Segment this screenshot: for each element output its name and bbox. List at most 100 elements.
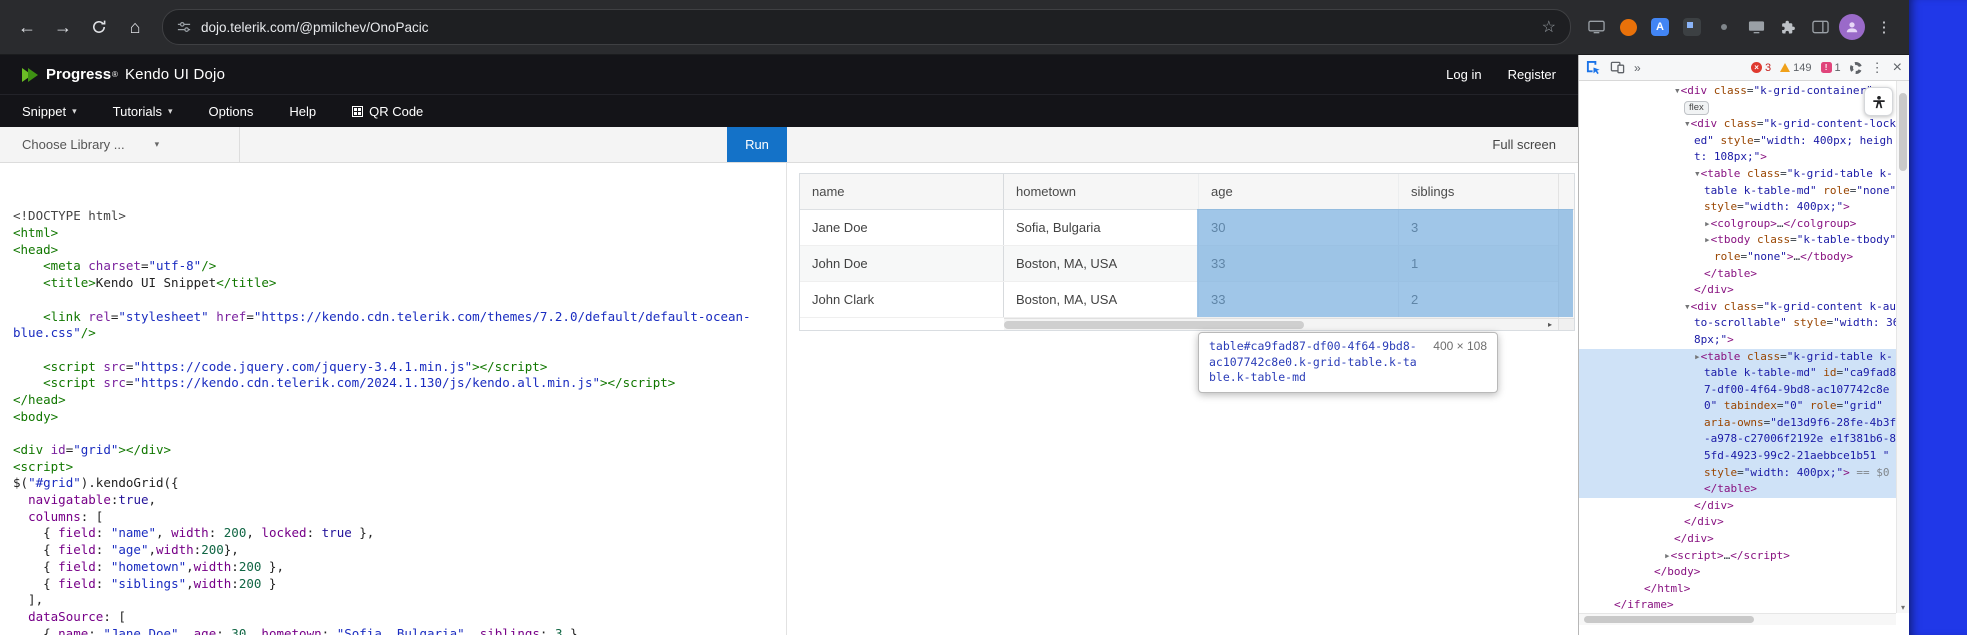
dom-tree-line[interactable]: </div> <box>1579 514 1896 531</box>
menu-item-options[interactable]: Options <box>209 104 254 119</box>
login-link[interactable]: Log in <box>1446 67 1481 82</box>
table-cell[interactable]: John Doe <box>800 246 1004 281</box>
device-toolbar-icon[interactable] <box>1610 60 1625 75</box>
devtools-horizontal-scrollbar[interactable] <box>1579 613 1896 625</box>
menubar: Snippet ▾ Tutorials ▾ Options Help QR Co… <box>0 94 1578 127</box>
dom-tree-line[interactable]: ▸<table class="k-grid-table k- <box>1579 349 1896 366</box>
dom-tree-line[interactable]: 8px;"> <box>1579 332 1896 349</box>
dom-tree-line[interactable]: table k-table-md" role="none" <box>1579 183 1896 200</box>
menu-item-help[interactable]: Help <box>289 104 316 119</box>
extensions-puzzle-button[interactable] <box>1773 12 1803 42</box>
dom-tree-line[interactable]: -a978-c27006f2192e e1f381b6-8 <box>1579 431 1896 448</box>
library-select[interactable]: Choose Library ... ▾ <box>0 127 240 162</box>
devtools-menu-icon[interactable]: ⋮ <box>1871 60 1884 76</box>
table-cell[interactable]: Boston, MA, USA <box>1004 282 1198 317</box>
table-cell[interactable]: 1 <box>1398 246 1558 281</box>
run-button[interactable]: Run <box>727 127 787 162</box>
devtools-close-icon[interactable]: × <box>1893 60 1902 76</box>
back-button[interactable]: ← <box>10 10 44 44</box>
dom-tree-line[interactable]: 0" tabindex="0" role="grid" <box>1579 398 1896 415</box>
address-bar[interactable]: dojo.telerik.com/@pmilchev/OnoPacic ☆ <box>162 9 1571 45</box>
console-errors-badge[interactable]: ×3 <box>1751 62 1771 74</box>
register-link[interactable]: Register <box>1508 67 1556 82</box>
console-warnings-badge[interactable]: 149 <box>1780 62 1811 74</box>
dom-tree-line[interactable]: ▸<script>…</script> <box>1579 548 1896 565</box>
grid-header-cell[interactable]: age <box>1198 174 1398 209</box>
dom-tree-line[interactable]: ed" style="width: 400px; heigh <box>1579 133 1896 150</box>
dom-tree-line[interactable]: to-scrollable" style="width: 36 <box>1579 315 1896 332</box>
scrollbar-thumb[interactable] <box>1004 321 1304 329</box>
forward-button[interactable]: → <box>46 10 80 44</box>
table-cell[interactable]: 30 <box>1198 210 1398 245</box>
table-cell[interactable]: 33 <box>1198 282 1398 317</box>
dom-tree-line[interactable]: </html> <box>1579 581 1896 598</box>
profile-avatar[interactable] <box>1837 12 1867 42</box>
grid-header-cell[interactable]: hometown <box>1004 174 1198 209</box>
dom-tree-line[interactable]: </div> <box>1579 282 1896 299</box>
dom-tree[interactable]: ▾<div class="k-grid-container">flex▾<div… <box>1579 81 1896 613</box>
extension-icon-2[interactable]: A <box>1645 12 1675 42</box>
dom-tree-line[interactable]: table k-table-md" id="ca9fad8 <box>1579 365 1896 382</box>
scrollbar-thumb[interactable] <box>1899 93 1907 171</box>
dom-tree-line[interactable]: ▾<div class="k-grid-content-lock <box>1579 116 1896 133</box>
dom-tree-line[interactable]: ▸<colgroup>…</colgroup> <box>1579 216 1896 233</box>
home-button[interactable]: ⌂ <box>118 10 152 44</box>
menu-item-qr-code[interactable]: QR Code <box>352 104 423 119</box>
dom-tree-line[interactable]: 7-df00-4f64-9bd8-ac107742c8e <box>1579 382 1896 399</box>
scroll-down-icon[interactable]: ▾ <box>1897 603 1909 612</box>
dom-tree-line[interactable]: </div> <box>1579 531 1896 548</box>
grid-horizontal-scrollbar[interactable]: ▸ <box>1004 318 1558 330</box>
code-editor[interactable]: <!DOCTYPE html><html><head> <meta charse… <box>0 163 787 635</box>
scrollbar-thumb[interactable] <box>1584 616 1754 623</box>
cast-icon[interactable] <box>1581 12 1611 42</box>
dom-tree-line[interactable]: t: 108px;"> <box>1579 149 1896 166</box>
dom-tree-line[interactable]: </table> <box>1579 481 1896 498</box>
code-line: <body> <box>13 409 786 426</box>
extension-icon-4[interactable] <box>1709 12 1739 42</box>
dom-tree-line[interactable]: </table> <box>1579 266 1896 283</box>
scroll-right-icon[interactable]: ▸ <box>1542 319 1558 330</box>
table-cell[interactable]: Sofia, Bulgaria <box>1004 210 1198 245</box>
dom-tree-line[interactable]: style="width: 400px;"> == $0 <box>1579 465 1896 482</box>
issues-badge[interactable]: !1 <box>1821 62 1841 74</box>
url-text[interactable]: dojo.telerik.com/@pmilchev/OnoPacic <box>201 20 1532 35</box>
dom-tree-line[interactable]: ▾<div class="k-grid-content k-au <box>1579 299 1896 316</box>
dom-tree-line[interactable]: flex <box>1579 100 1896 117</box>
dom-tree-line[interactable]: aria-owns="de13d9f6-28fe-4b3f <box>1579 415 1896 432</box>
dom-tree-line[interactable]: </div> <box>1579 498 1896 515</box>
table-cell[interactable]: Jane Doe <box>800 210 1004 245</box>
accessibility-person-icon[interactable] <box>1864 87 1893 116</box>
extension-icon-1[interactable] <box>1613 12 1643 42</box>
more-panels-icon[interactable]: » <box>1634 61 1641 75</box>
dom-tree-line[interactable]: ▾<div class="k-grid-container"> <box>1579 83 1896 100</box>
table-cell[interactable]: 33 <box>1198 246 1398 281</box>
table-cell[interactable]: John Clark <box>800 282 1004 317</box>
grid-header-cell[interactable]: name <box>800 174 1004 209</box>
inspect-element-icon[interactable] <box>1586 60 1601 75</box>
table-cell[interactable]: Boston, MA, USA <box>1004 246 1198 281</box>
dom-tree-line[interactable]: </iframe> <box>1579 597 1896 613</box>
devtools-vertical-scrollbar[interactable]: ▾ <box>1896 81 1909 613</box>
full-screen-button[interactable]: Full screen <box>1492 127 1556 162</box>
browser-menu-button[interactable]: ⋮ <box>1869 12 1899 42</box>
extension-icon-3[interactable] <box>1677 12 1707 42</box>
side-panel-button[interactable] <box>1805 12 1835 42</box>
menu-item-tutorials[interactable]: Tutorials ▾ <box>113 104 173 119</box>
dom-tree-line[interactable]: ▸<tbody class="k-table-tbody" <box>1579 232 1896 249</box>
menu-item-snippet[interactable]: Snippet ▾ <box>22 104 77 119</box>
grid-vertical-scrollbar[interactable] <box>1558 210 1574 318</box>
code-line: ], <box>13 592 786 609</box>
grid-header-cell[interactable]: siblings <box>1398 174 1558 209</box>
dom-tree-line[interactable]: </body> <box>1579 564 1896 581</box>
dom-tree-line[interactable]: 5fd-4923-99c2-21aebbce1b51 " <box>1579 448 1896 465</box>
dom-tree-line[interactable]: role="none">…</tbody> <box>1579 249 1896 266</box>
extension-icon-5[interactable] <box>1741 12 1771 42</box>
table-cell[interactable]: 3 <box>1398 210 1558 245</box>
table-cell[interactable]: 2 <box>1398 282 1558 317</box>
site-info-icon[interactable] <box>177 20 191 34</box>
settings-gear-icon[interactable] <box>1850 62 1862 74</box>
dom-tree-line[interactable]: style="width: 400px;"> <box>1579 199 1896 216</box>
bookmark-star-icon[interactable]: ☆ <box>1542 17 1556 37</box>
reload-button[interactable] <box>82 10 116 44</box>
dom-tree-line[interactable]: ▾<table class="k-grid-table k- <box>1579 166 1896 183</box>
